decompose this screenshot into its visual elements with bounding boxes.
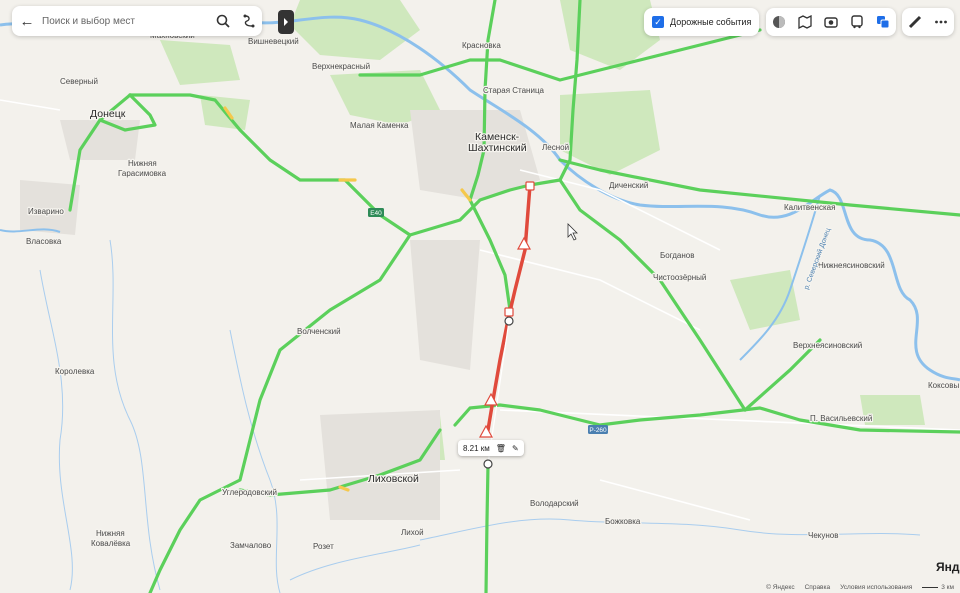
- layers-toolbar: [766, 8, 896, 36]
- traffic-events-toggle[interactable]: ✓ Дорожные события: [644, 8, 760, 36]
- label-dichensky: Диченский: [609, 181, 648, 190]
- trash-icon[interactable]: 🗑: [496, 444, 506, 453]
- label-donetsk: Донецк: [90, 108, 126, 120]
- label-zamchalovo: Замчалово: [230, 541, 272, 550]
- label-lesnoy: Лесной: [542, 143, 569, 152]
- terms-link[interactable]: Условия использования: [840, 584, 912, 591]
- ruler-icon[interactable]: [906, 13, 924, 31]
- checkbox-checked-icon[interactable]: ✓: [652, 16, 664, 28]
- label-likhovskoy: Лиховской: [368, 473, 419, 485]
- label-nizhneyasinovsky: Нижнеясиновский: [818, 261, 885, 270]
- scheme-icon[interactable]: [770, 13, 788, 31]
- satellite-icon[interactable]: [796, 13, 814, 31]
- label-nizhnyaya-kovalevka-2: Ковалёвка: [91, 539, 131, 548]
- label-rozet: Розет: [313, 542, 334, 551]
- label-chekunov: Чекунов: [808, 531, 839, 540]
- label-likhoy: Лихой: [401, 528, 424, 537]
- collapse-panel-button[interactable]: [278, 10, 294, 34]
- label-nizhnyaya-garasimovka-1: Нижняя: [128, 159, 157, 168]
- label-izvarino: Изварино: [28, 207, 64, 216]
- label-volodarsky: Володарский: [530, 499, 579, 508]
- shield-r260: Р-260: [589, 427, 607, 434]
- place-labels: Махновский Вишневецкий Верхнекрасный Кра…: [25, 30, 960, 553]
- label-vishnevetsky: Вишневецкий: [248, 37, 299, 46]
- label-korolevka: Королевка: [55, 367, 95, 376]
- shield-e40: E40: [370, 210, 382, 217]
- search-input[interactable]: Поиск и выбор мест: [42, 16, 210, 27]
- route-distance: 8.21 км: [463, 443, 490, 453]
- scale-bar: 3 км: [922, 584, 954, 591]
- route-distance-popup: 8.21 км 🗑 ✎: [458, 440, 524, 456]
- copyright: © Яндекс: [766, 584, 795, 591]
- label-volchensky: Волченский: [297, 327, 341, 336]
- label-krasnovka: Красновка: [462, 41, 501, 50]
- label-kamensk-2: Шахтинский: [468, 142, 527, 154]
- search-icon[interactable]: [210, 6, 236, 36]
- transport-icon[interactable]: [848, 13, 866, 31]
- label-bozhkovka: Божковка: [605, 517, 641, 526]
- label-p-vasilyevsky: П. Васильевский: [810, 414, 872, 423]
- map-footer: © Яндекс Справка Условия использования 3…: [766, 584, 960, 591]
- label-nizhnyaya-kovalevka-1: Нижняя: [96, 529, 125, 538]
- label-uglerodovsky: Углеродовский: [222, 488, 277, 497]
- arrow-left-icon[interactable]: ←: [12, 6, 42, 36]
- label-vlasovka: Власовка: [26, 237, 62, 246]
- more-icon[interactable]: [932, 13, 950, 31]
- search-panel: ← Поиск и выбор мест: [12, 6, 262, 36]
- label-kalitvenskaya: Калитвенская: [784, 203, 835, 212]
- label-bogdanov: Богданов: [660, 251, 695, 260]
- label-koksovy: Коксовы: [928, 381, 959, 390]
- label-verkhnekrasny: Верхнекрасный: [312, 62, 370, 71]
- label-chistoozerny: Чистоозёрный: [653, 273, 706, 282]
- label-nizhnyaya-garasimovka-2: Гарасимовка: [118, 169, 167, 178]
- label-severny: Северный: [60, 77, 98, 86]
- yandex-logo: Янд: [936, 560, 960, 574]
- urban-areas: [20, 110, 540, 520]
- help-link[interactable]: Справка: [805, 584, 831, 591]
- label-verkhneyasinovsky: Верхнеясиновский: [793, 341, 862, 350]
- tools-toolbar: [902, 8, 954, 36]
- edit-icon[interactable]: ✎: [512, 444, 519, 453]
- mouse-cursor-icon: [567, 223, 578, 241]
- label-staraya-stanitsa: Старая Станица: [483, 86, 545, 95]
- panorama-icon[interactable]: [822, 13, 840, 31]
- map-canvas[interactable]: E40 Р-260 Махновский Вишневецкий Верхнек…: [0, 0, 960, 593]
- layers-icon[interactable]: [874, 13, 892, 31]
- route-icon[interactable]: [236, 6, 262, 36]
- traffic-events-label: Дорожные события: [670, 17, 752, 27]
- label-malaya-kamenka: Малая Каменка: [350, 121, 409, 130]
